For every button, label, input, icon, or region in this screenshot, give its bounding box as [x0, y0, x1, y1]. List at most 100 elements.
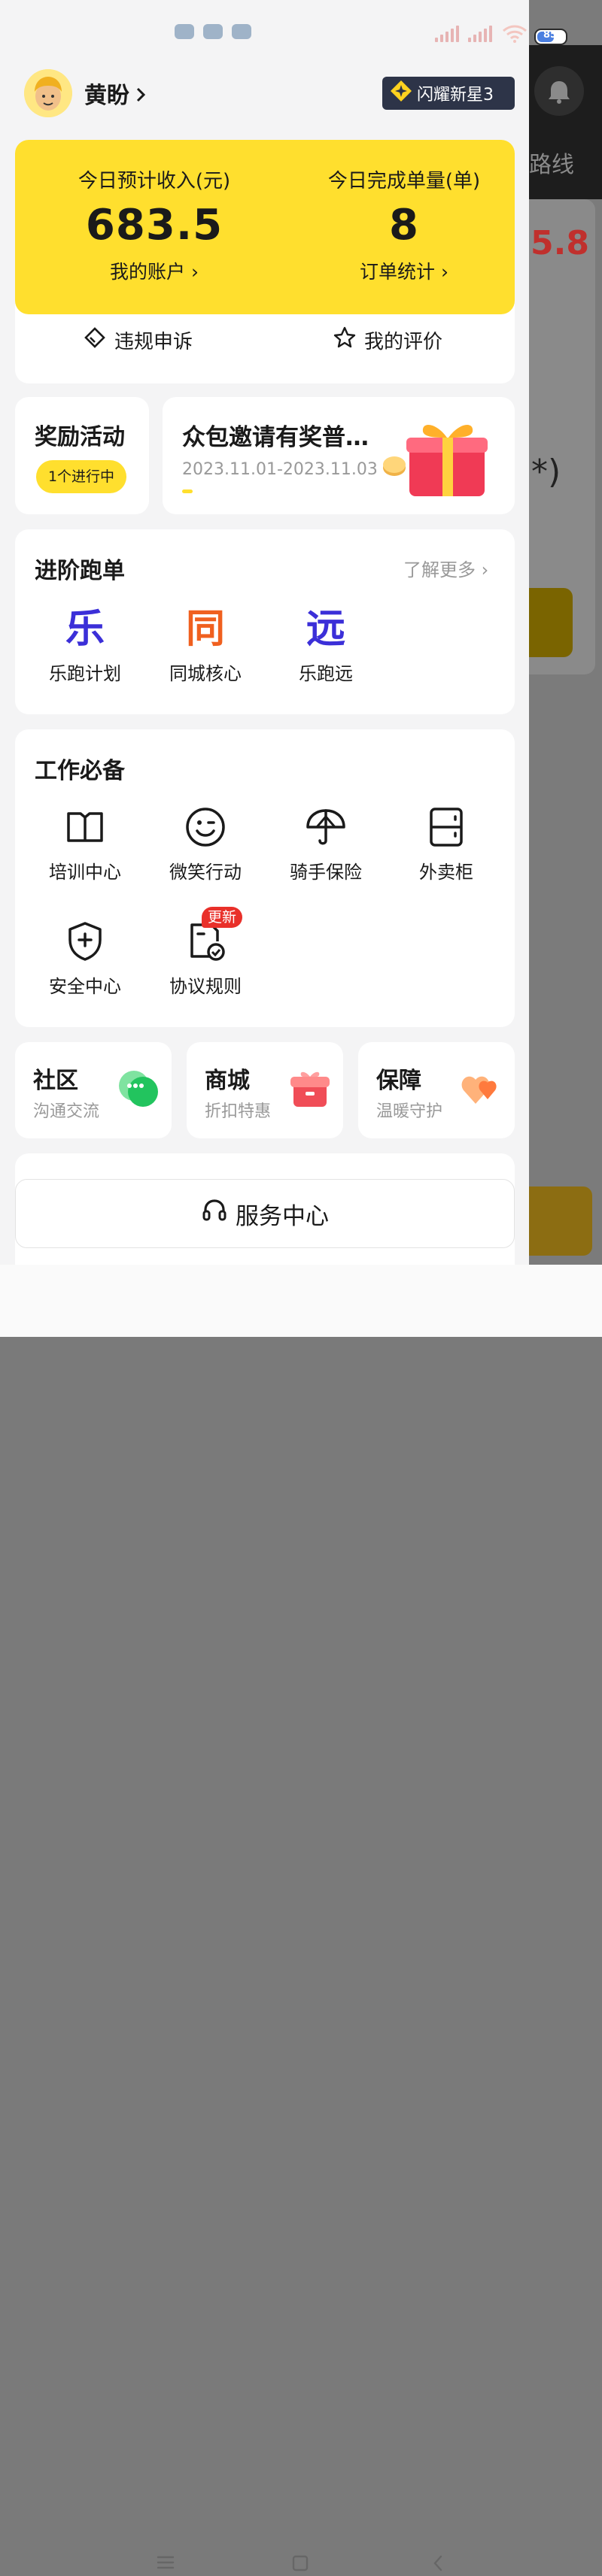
signal-icon: [468, 26, 492, 42]
appeal-label: 违规申诉: [114, 330, 193, 353]
tool-label: 协议规则: [169, 976, 242, 997]
order-stats-text: 订单统计: [360, 261, 436, 283]
system-nav-bar: [0, 1265, 602, 2571]
chat-bubble-icon: [117, 1069, 160, 1111]
background-price: 5.8: [531, 224, 589, 262]
heart-icon: [461, 1069, 503, 1111]
background-bottom-button: [529, 1186, 592, 1256]
tool-label: 安全中心: [49, 976, 121, 997]
my-account-link[interactable]: 我的账户 ›: [30, 257, 278, 284]
side-drawer: 黄盼 闪耀新星3 今日预计收入(元) 683.5 我的账户 › 今日完成单量(单…: [0, 0, 529, 1337]
chevron-right-icon: [135, 83, 146, 109]
battery-level: 85: [543, 29, 558, 41]
tongcheng-icon: 同: [185, 607, 225, 652]
advanced-title: 进阶跑单: [35, 558, 125, 584]
umbrella-icon: [305, 806, 347, 848]
book-icon: [64, 806, 106, 848]
home-button[interactable]: [290, 2553, 310, 2576]
rewards-card[interactable]: [15, 397, 149, 514]
gift-icon: [379, 415, 492, 502]
appeal-icon: [83, 326, 107, 355]
training-center-button[interactable]: 培训中心: [36, 806, 134, 883]
agreement-rules-button[interactable]: 协议规则: [157, 920, 254, 998]
my-rating-button[interactable]: 我的评价: [333, 325, 442, 355]
avatar[interactable]: [24, 69, 72, 117]
notification-app-icon: [203, 24, 223, 39]
protection-subtitle: 温暖守护: [376, 1102, 443, 1121]
income-stat: 今日预计收入(元) 683.5 我的账户 ›: [30, 165, 278, 284]
protection-title: 保障: [376, 1068, 421, 1094]
service-center-label: 服务中心: [236, 1202, 329, 1230]
advanced-item-label: 乐跑计划: [49, 663, 121, 684]
income-label: 今日预计收入(元): [78, 170, 231, 192]
work-title: 工作必备: [35, 758, 125, 784]
new-badge: 更新: [202, 907, 243, 928]
lepaoyuan-icon: 远: [306, 607, 345, 652]
background-route-text: 路线: [529, 152, 574, 178]
gift-box-icon: [289, 1069, 331, 1111]
orders-label: 今日完成单量(单): [327, 170, 481, 192]
tool-label: 培训中心: [49, 862, 121, 883]
advanced-item-label: 同城核心: [169, 663, 242, 684]
promo-dates: 2023.11.01-2023.11.03: [182, 460, 378, 479]
user-name-text: 黄盼: [84, 83, 129, 109]
headset-icon: [201, 1197, 228, 1230]
tool-label: 外卖柜: [419, 862, 473, 883]
tool-label: 微笑行动: [169, 862, 242, 883]
user-row[interactable]: 黄盼 闪耀新星3: [24, 69, 521, 117]
back-button[interactable]: [430, 2553, 445, 2576]
protection-card[interactable]: 保障 温暖守护: [358, 1042, 515, 1138]
wifi-icon: [502, 25, 528, 43]
community-card[interactable]: 社区 沟通交流: [15, 1042, 172, 1138]
battery-icon: 85: [534, 29, 567, 45]
ongoing-badge: 1个进行中: [36, 460, 126, 493]
food-locker-button[interactable]: 外卖柜: [397, 806, 495, 883]
level-badge-text: 闪耀新星3: [417, 86, 494, 105]
carousel-indicator: [182, 489, 193, 493]
background-bell-button: [534, 66, 584, 116]
orders-value: 8: [389, 201, 419, 250]
notification-app-icon: [232, 24, 251, 39]
safety-center-button[interactable]: 安全中心: [36, 920, 134, 998]
learn-more-text: 了解更多: [403, 559, 476, 580]
service-center-button[interactable]: 服务中心: [15, 1179, 515, 1248]
community-subtitle: 沟通交流: [33, 1102, 100, 1121]
appeal-button[interactable]: 违规申诉: [83, 325, 193, 355]
advanced-item-tongcheng[interactable]: 同 同城核心: [157, 603, 254, 685]
income-value: 683.5: [85, 201, 223, 250]
shield-icon: [64, 920, 106, 962]
earnings-summary: 今日预计收入(元) 683.5 我的账户 › 今日完成单量(单) 8 订单统计 …: [15, 140, 515, 314]
menu-button[interactable]: [155, 2553, 176, 2574]
advanced-item-lepao[interactable]: 乐 乐跑计划: [36, 603, 134, 685]
notification-app-icon: [175, 24, 194, 39]
my-rating-label: 我的评价: [364, 330, 443, 353]
promo-title: 众包邀请有奖普…: [182, 424, 369, 451]
status-bar: 85: [0, 0, 602, 68]
smile-icon: [184, 806, 227, 848]
lepao-icon: 乐: [65, 607, 105, 652]
learn-more-link[interactable]: 了解更多 ›: [403, 555, 488, 581]
locker-icon: [425, 806, 467, 848]
chevron-right-icon: ›: [481, 559, 489, 580]
chevron-right-icon: ›: [440, 261, 448, 283]
mall-subtitle: 折扣特惠: [205, 1102, 272, 1121]
star-badge-icon: [390, 80, 412, 107]
signal-icon: [435, 26, 459, 42]
level-badge[interactable]: 闪耀新星3: [382, 77, 515, 110]
mall-title: 商城: [205, 1068, 250, 1094]
advanced-item-label: 乐跑远: [299, 663, 353, 684]
background-yellow-button: [529, 588, 573, 657]
star-icon: [333, 326, 357, 355]
mall-card[interactable]: 商城 折扣特惠: [187, 1042, 343, 1138]
my-account-text: 我的账户: [110, 261, 186, 283]
orders-stat: 今日完成单量(单) 8 订单统计 ›: [280, 165, 528, 284]
rewards-title: 奖励活动: [35, 424, 125, 450]
advanced-item-lepaoyuan[interactable]: 远 乐跑远: [277, 603, 375, 685]
notification-icons: [175, 24, 251, 39]
smile-action-button[interactable]: 微笑行动: [157, 806, 254, 883]
user-name[interactable]: 黄盼: [84, 77, 146, 110]
background-paren: *): [531, 453, 561, 491]
rider-insurance-button[interactable]: 骑手保险: [277, 806, 375, 883]
order-stats-link[interactable]: 订单统计 ›: [280, 257, 528, 284]
chevron-right-icon: ›: [190, 261, 199, 283]
